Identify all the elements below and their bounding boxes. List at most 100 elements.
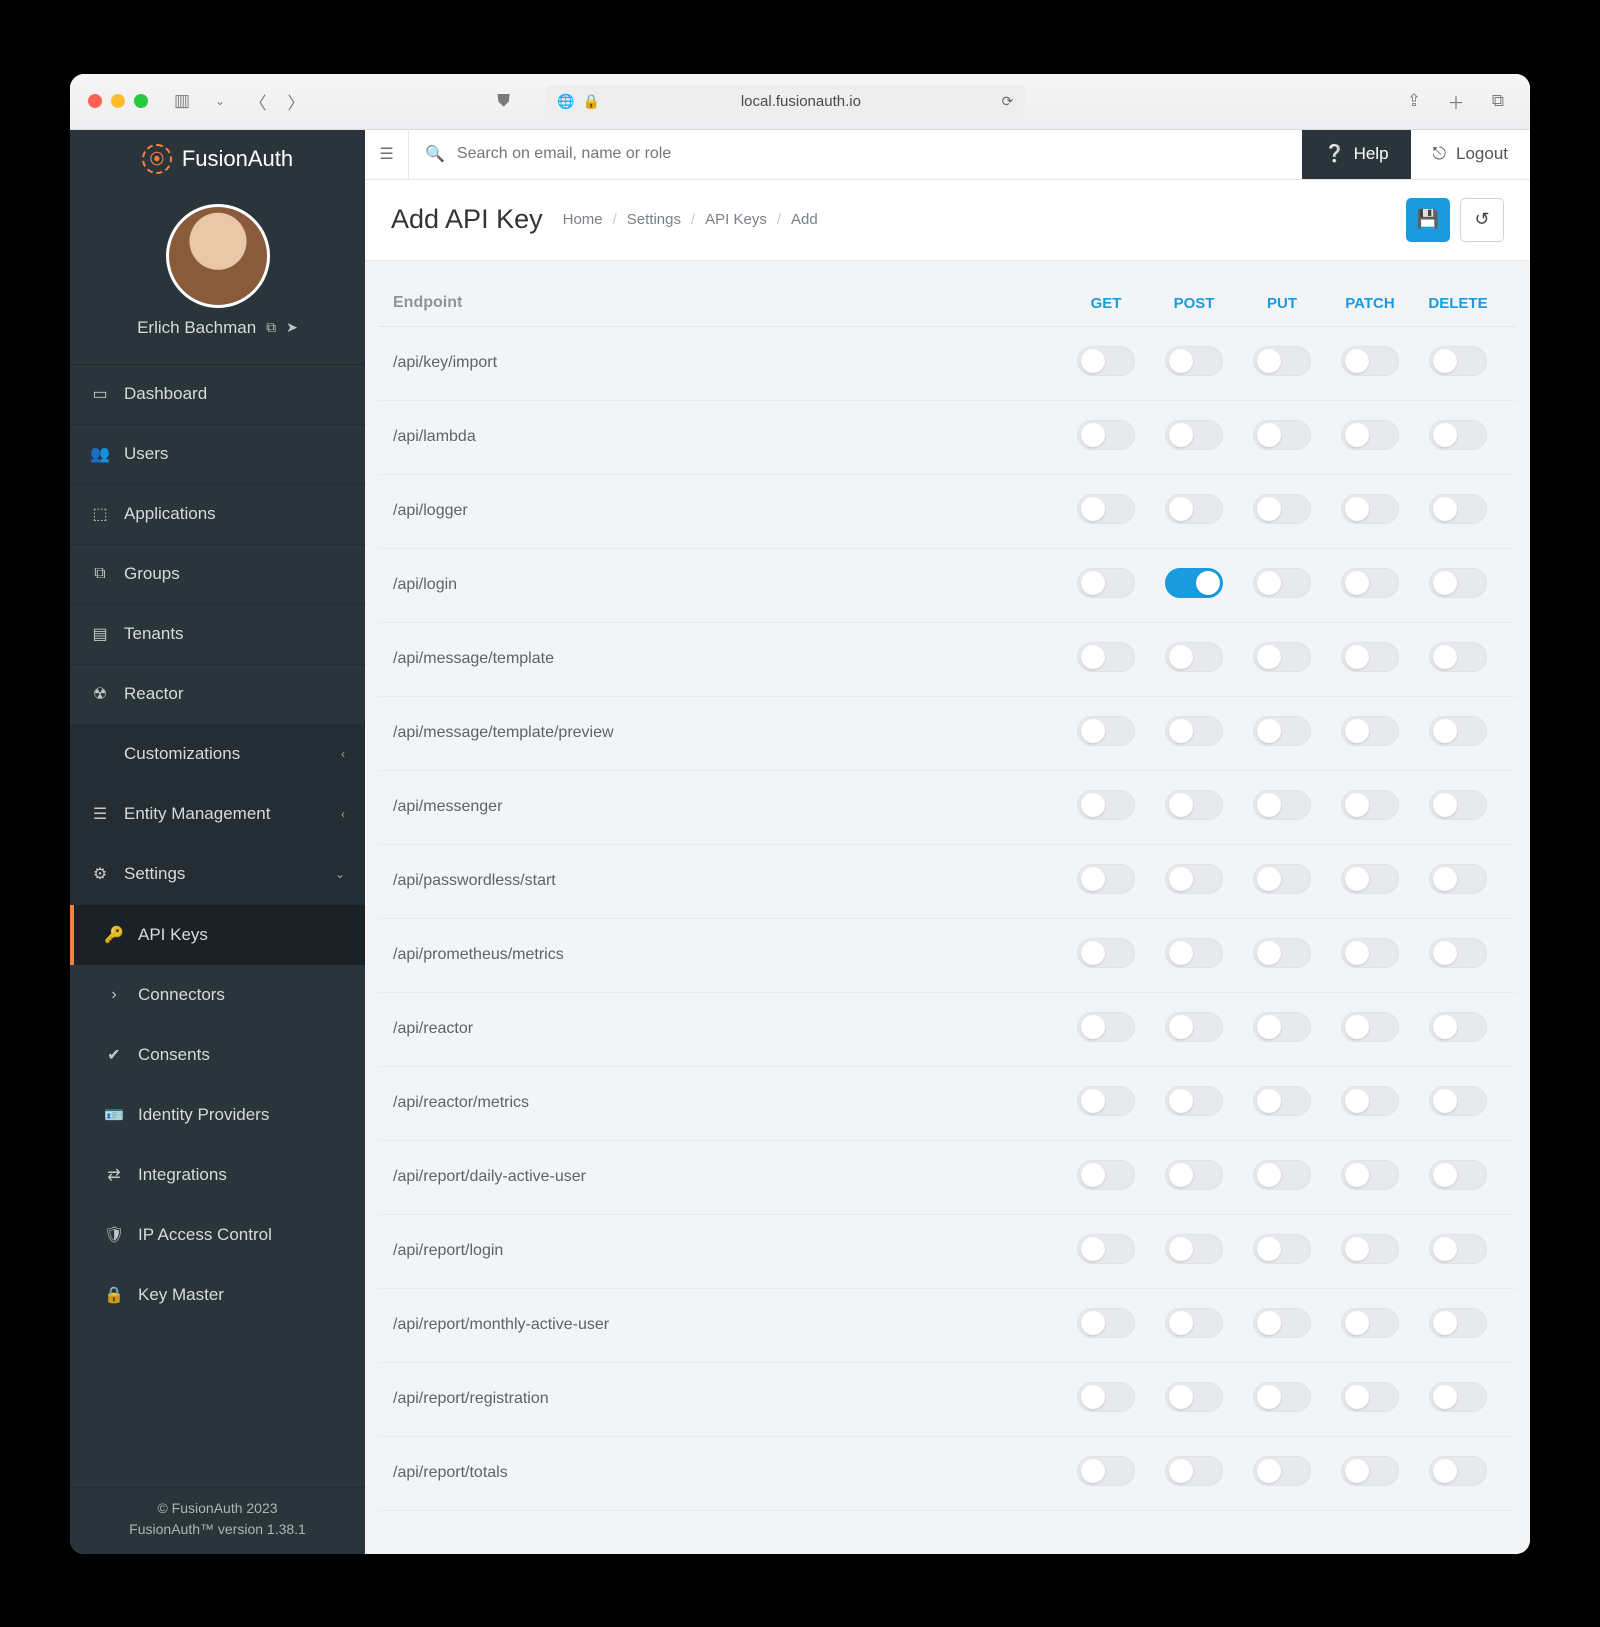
toggle-delete[interactable] <box>1429 568 1487 598</box>
toggle-put[interactable] <box>1253 568 1311 598</box>
toggle-put[interactable] <box>1253 864 1311 894</box>
breadcrumb-item[interactable]: Settings <box>627 211 681 228</box>
toggle-delete[interactable] <box>1429 1012 1487 1042</box>
sidebar-subitem-consents[interactable]: ✔ Consents <box>70 1025 365 1085</box>
toggle-delete[interactable] <box>1429 1308 1487 1338</box>
toggle-post[interactable] <box>1165 346 1223 376</box>
toggle-delete[interactable] <box>1429 790 1487 820</box>
toggle-delete[interactable] <box>1429 716 1487 746</box>
sidebar-subitem-integrations[interactable]: ⇄ Integrations <box>70 1145 365 1205</box>
toggle-delete[interactable] <box>1429 938 1487 968</box>
toggle-put[interactable] <box>1253 1160 1311 1190</box>
toggle-patch[interactable] <box>1341 568 1399 598</box>
minimize-window-icon[interactable] <box>111 94 125 108</box>
toggle-get[interactable] <box>1077 1012 1135 1042</box>
toggle-delete[interactable] <box>1429 1234 1487 1264</box>
site-settings-icon[interactable]: 🌐 <box>557 93 574 110</box>
toggle-post[interactable] <box>1165 568 1223 598</box>
collapse-sidebar-icon[interactable]: ☰ <box>365 130 409 179</box>
sidebar-item-applications[interactable]: ⬚ Applications <box>70 485 365 545</box>
location-icon[interactable]: ➤ <box>286 319 298 336</box>
tab-group-dropdown-icon[interactable]: ⌄ <box>206 87 234 115</box>
sidebar-subitem-ip-access-control[interactable]: 🛡 IP Access Control <box>70 1205 365 1265</box>
maximize-window-icon[interactable] <box>134 94 148 108</box>
tabs-overview-icon[interactable]: ⧉ <box>1484 87 1512 115</box>
shield-icon[interactable]: ⛊ <box>490 87 518 115</box>
toggle-get[interactable] <box>1077 1086 1135 1116</box>
save-button[interactable]: 💾 <box>1406 198 1450 242</box>
toggle-delete[interactable] <box>1429 420 1487 450</box>
sidebar-section-entity-management[interactable]: ☰ Entity Management ‹ <box>70 785 365 845</box>
toggle-put[interactable] <box>1253 1456 1311 1486</box>
toggle-get[interactable] <box>1077 494 1135 524</box>
help-button[interactable]: ❔ Help <box>1302 130 1410 179</box>
sidebar-subitem-api-keys[interactable]: 🔑 API Keys <box>70 905 365 965</box>
toggle-post[interactable] <box>1165 494 1223 524</box>
id-card-icon[interactable]: ⧉ <box>266 319 276 336</box>
toggle-post[interactable] <box>1165 1012 1223 1042</box>
breadcrumb-item[interactable]: Home <box>563 211 603 228</box>
toggle-post[interactable] <box>1165 1234 1223 1264</box>
sidebar-item-reactor[interactable]: ☢ Reactor <box>70 665 365 725</box>
sidebar-section-customizations[interactable]: Customizations ‹ <box>70 725 365 785</box>
toggle-put[interactable] <box>1253 716 1311 746</box>
toggle-delete[interactable] <box>1429 864 1487 894</box>
back-icon[interactable]: 〈 <box>244 87 272 115</box>
toggle-post[interactable] <box>1165 790 1223 820</box>
toggle-patch[interactable] <box>1341 1160 1399 1190</box>
toggle-delete[interactable] <box>1429 346 1487 376</box>
toggle-post[interactable] <box>1165 716 1223 746</box>
toggle-get[interactable] <box>1077 790 1135 820</box>
new-tab-icon[interactable]: ＋ <box>1442 87 1470 115</box>
toggle-patch[interactable] <box>1341 938 1399 968</box>
forward-icon[interactable]: 〉 <box>282 87 310 115</box>
toggle-patch[interactable] <box>1341 1456 1399 1486</box>
toggle-get[interactable] <box>1077 420 1135 450</box>
close-window-icon[interactable] <box>88 94 102 108</box>
toggle-put[interactable] <box>1253 494 1311 524</box>
toggle-get[interactable] <box>1077 1234 1135 1264</box>
toggle-put[interactable] <box>1253 346 1311 376</box>
toggle-post[interactable] <box>1165 1456 1223 1486</box>
toggle-get[interactable] <box>1077 642 1135 672</box>
toggle-patch[interactable] <box>1341 1234 1399 1264</box>
toggle-delete[interactable] <box>1429 642 1487 672</box>
toggle-get[interactable] <box>1077 1160 1135 1190</box>
breadcrumb-item[interactable]: API Keys <box>705 211 767 228</box>
reload-icon[interactable]: ⟳ <box>1002 93 1014 110</box>
toggle-patch[interactable] <box>1341 1308 1399 1338</box>
share-icon[interactable]: ⇪ <box>1400 87 1428 115</box>
toggle-post[interactable] <box>1165 1160 1223 1190</box>
sidebar-toggle-icon[interactable]: ▥ <box>168 87 196 115</box>
toggle-get[interactable] <box>1077 1456 1135 1486</box>
toggle-post[interactable] <box>1165 420 1223 450</box>
sidebar-section-settings[interactable]: ⚙ Settings ⌄ <box>70 845 365 905</box>
toggle-patch[interactable] <box>1341 1086 1399 1116</box>
toggle-get[interactable] <box>1077 1382 1135 1412</box>
avatar[interactable] <box>166 204 270 308</box>
sidebar-item-users[interactable]: 👥 Users <box>70 425 365 485</box>
sidebar-item-groups[interactable]: ⧉ Groups <box>70 545 365 605</box>
toggle-post[interactable] <box>1165 1382 1223 1412</box>
sidebar-subitem-connectors[interactable]: › Connectors <box>70 965 365 1025</box>
logout-button[interactable]: ⎋ Logout <box>1411 130 1530 179</box>
toggle-patch[interactable] <box>1341 864 1399 894</box>
toggle-patch[interactable] <box>1341 420 1399 450</box>
toggle-delete[interactable] <box>1429 1160 1487 1190</box>
toggle-post[interactable] <box>1165 1086 1223 1116</box>
toggle-patch[interactable] <box>1341 1382 1399 1412</box>
toggle-put[interactable] <box>1253 1308 1311 1338</box>
toggle-put[interactable] <box>1253 790 1311 820</box>
toggle-delete[interactable] <box>1429 1382 1487 1412</box>
toggle-get[interactable] <box>1077 1308 1135 1338</box>
toggle-get[interactable] <box>1077 346 1135 376</box>
toggle-get[interactable] <box>1077 864 1135 894</box>
toggle-patch[interactable] <box>1341 346 1399 376</box>
toggle-put[interactable] <box>1253 1086 1311 1116</box>
toggle-delete[interactable] <box>1429 494 1487 524</box>
toggle-put[interactable] <box>1253 1382 1311 1412</box>
toggle-put[interactable] <box>1253 1234 1311 1264</box>
toggle-get[interactable] <box>1077 716 1135 746</box>
toggle-put[interactable] <box>1253 938 1311 968</box>
toggle-put[interactable] <box>1253 642 1311 672</box>
